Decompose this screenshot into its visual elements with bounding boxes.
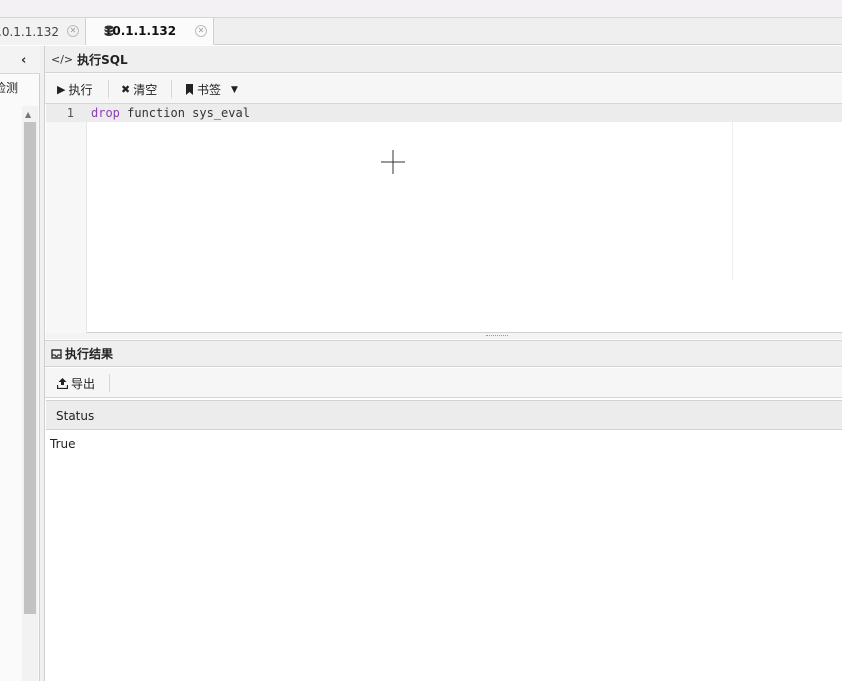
- table-cell[interactable]: True: [50, 437, 76, 451]
- code-icon: </>: [51, 52, 74, 66]
- sidebar-header: ‹: [0, 46, 40, 74]
- sql-keyword: drop: [91, 106, 120, 120]
- caret-down-icon[interactable]: ▼: [231, 85, 238, 95]
- x-icon: ✖: [121, 83, 131, 96]
- splitter-grip[interactable]: [486, 335, 508, 337]
- tab-connection-1[interactable]: .0.1.1.132 ✕: [0, 18, 86, 45]
- export-button[interactable]: 导出: [57, 375, 95, 392]
- toolbar-divider: [109, 374, 110, 392]
- result-panel-title: 执行结果: [65, 347, 114, 361]
- sql-panel-header: </> 执行SQL: [45, 46, 842, 73]
- sql-toolbar: ▶ 执行 ✖ 清空 书签 ▼: [45, 74, 842, 104]
- result-grid-body: True: [46, 431, 842, 681]
- left-sidebar: ‹ 检测 ▲: [0, 46, 40, 681]
- connection-tab-bar: .0.1.1.132 ✕ 10.1.1.132 ✕: [0, 18, 842, 45]
- print-margin: [732, 122, 733, 280]
- line-number-gutter: [46, 104, 87, 333]
- toolbar-divider: [108, 80, 109, 98]
- bookmark-icon: [186, 84, 193, 95]
- export-button-label: 导出: [71, 377, 96, 391]
- column-header-status[interactable]: Status: [56, 409, 94, 423]
- sidebar-item-check[interactable]: 检测: [0, 79, 18, 96]
- upload-icon: [57, 378, 68, 389]
- run-button[interactable]: ▶ 执行: [57, 81, 92, 98]
- inbox-icon: [51, 348, 62, 359]
- sql-text: function sys_eval: [119, 106, 250, 120]
- sql-editor[interactable]: 1 drop function sys_eval: [46, 104, 842, 333]
- code-line[interactable]: drop function sys_eval: [91, 106, 250, 120]
- run-button-label: 执行: [68, 83, 93, 97]
- result-toolbar: 导出: [45, 368, 842, 398]
- scroll-up-icon[interactable]: ▲: [25, 110, 31, 119]
- database-icon: [104, 25, 114, 36]
- line-number: 1: [66, 106, 74, 120]
- crosshair-cursor-icon: [381, 150, 405, 174]
- tab-label: .0.1.1.132: [0, 24, 60, 39]
- chevron-left-icon[interactable]: ‹: [21, 53, 26, 68]
- close-icon[interactable]: ✕: [195, 25, 207, 37]
- result-panel-header: 执行结果: [45, 340, 842, 367]
- clear-button[interactable]: ✖ 清空: [121, 81, 157, 98]
- sidebar-scrollbar[interactable]: ▲: [22, 106, 38, 681]
- result-grid-header: Status: [46, 400, 842, 430]
- window-top-strip: [0, 0, 842, 18]
- bookmark-button-label: 书签: [197, 83, 222, 97]
- play-icon: ▶: [57, 83, 66, 96]
- sql-panel-title: 执行SQL: [77, 52, 128, 67]
- tab-label: 10.1.1.132: [104, 24, 177, 38]
- clear-button-label: 清空: [133, 83, 158, 97]
- close-icon[interactable]: ✕: [67, 25, 79, 37]
- horizontal-splitter[interactable]: [46, 333, 842, 339]
- scrollbar-thumb[interactable]: [24, 122, 36, 614]
- toolbar-divider: [171, 80, 172, 98]
- bookmark-button[interactable]: 书签 ▼: [185, 81, 238, 98]
